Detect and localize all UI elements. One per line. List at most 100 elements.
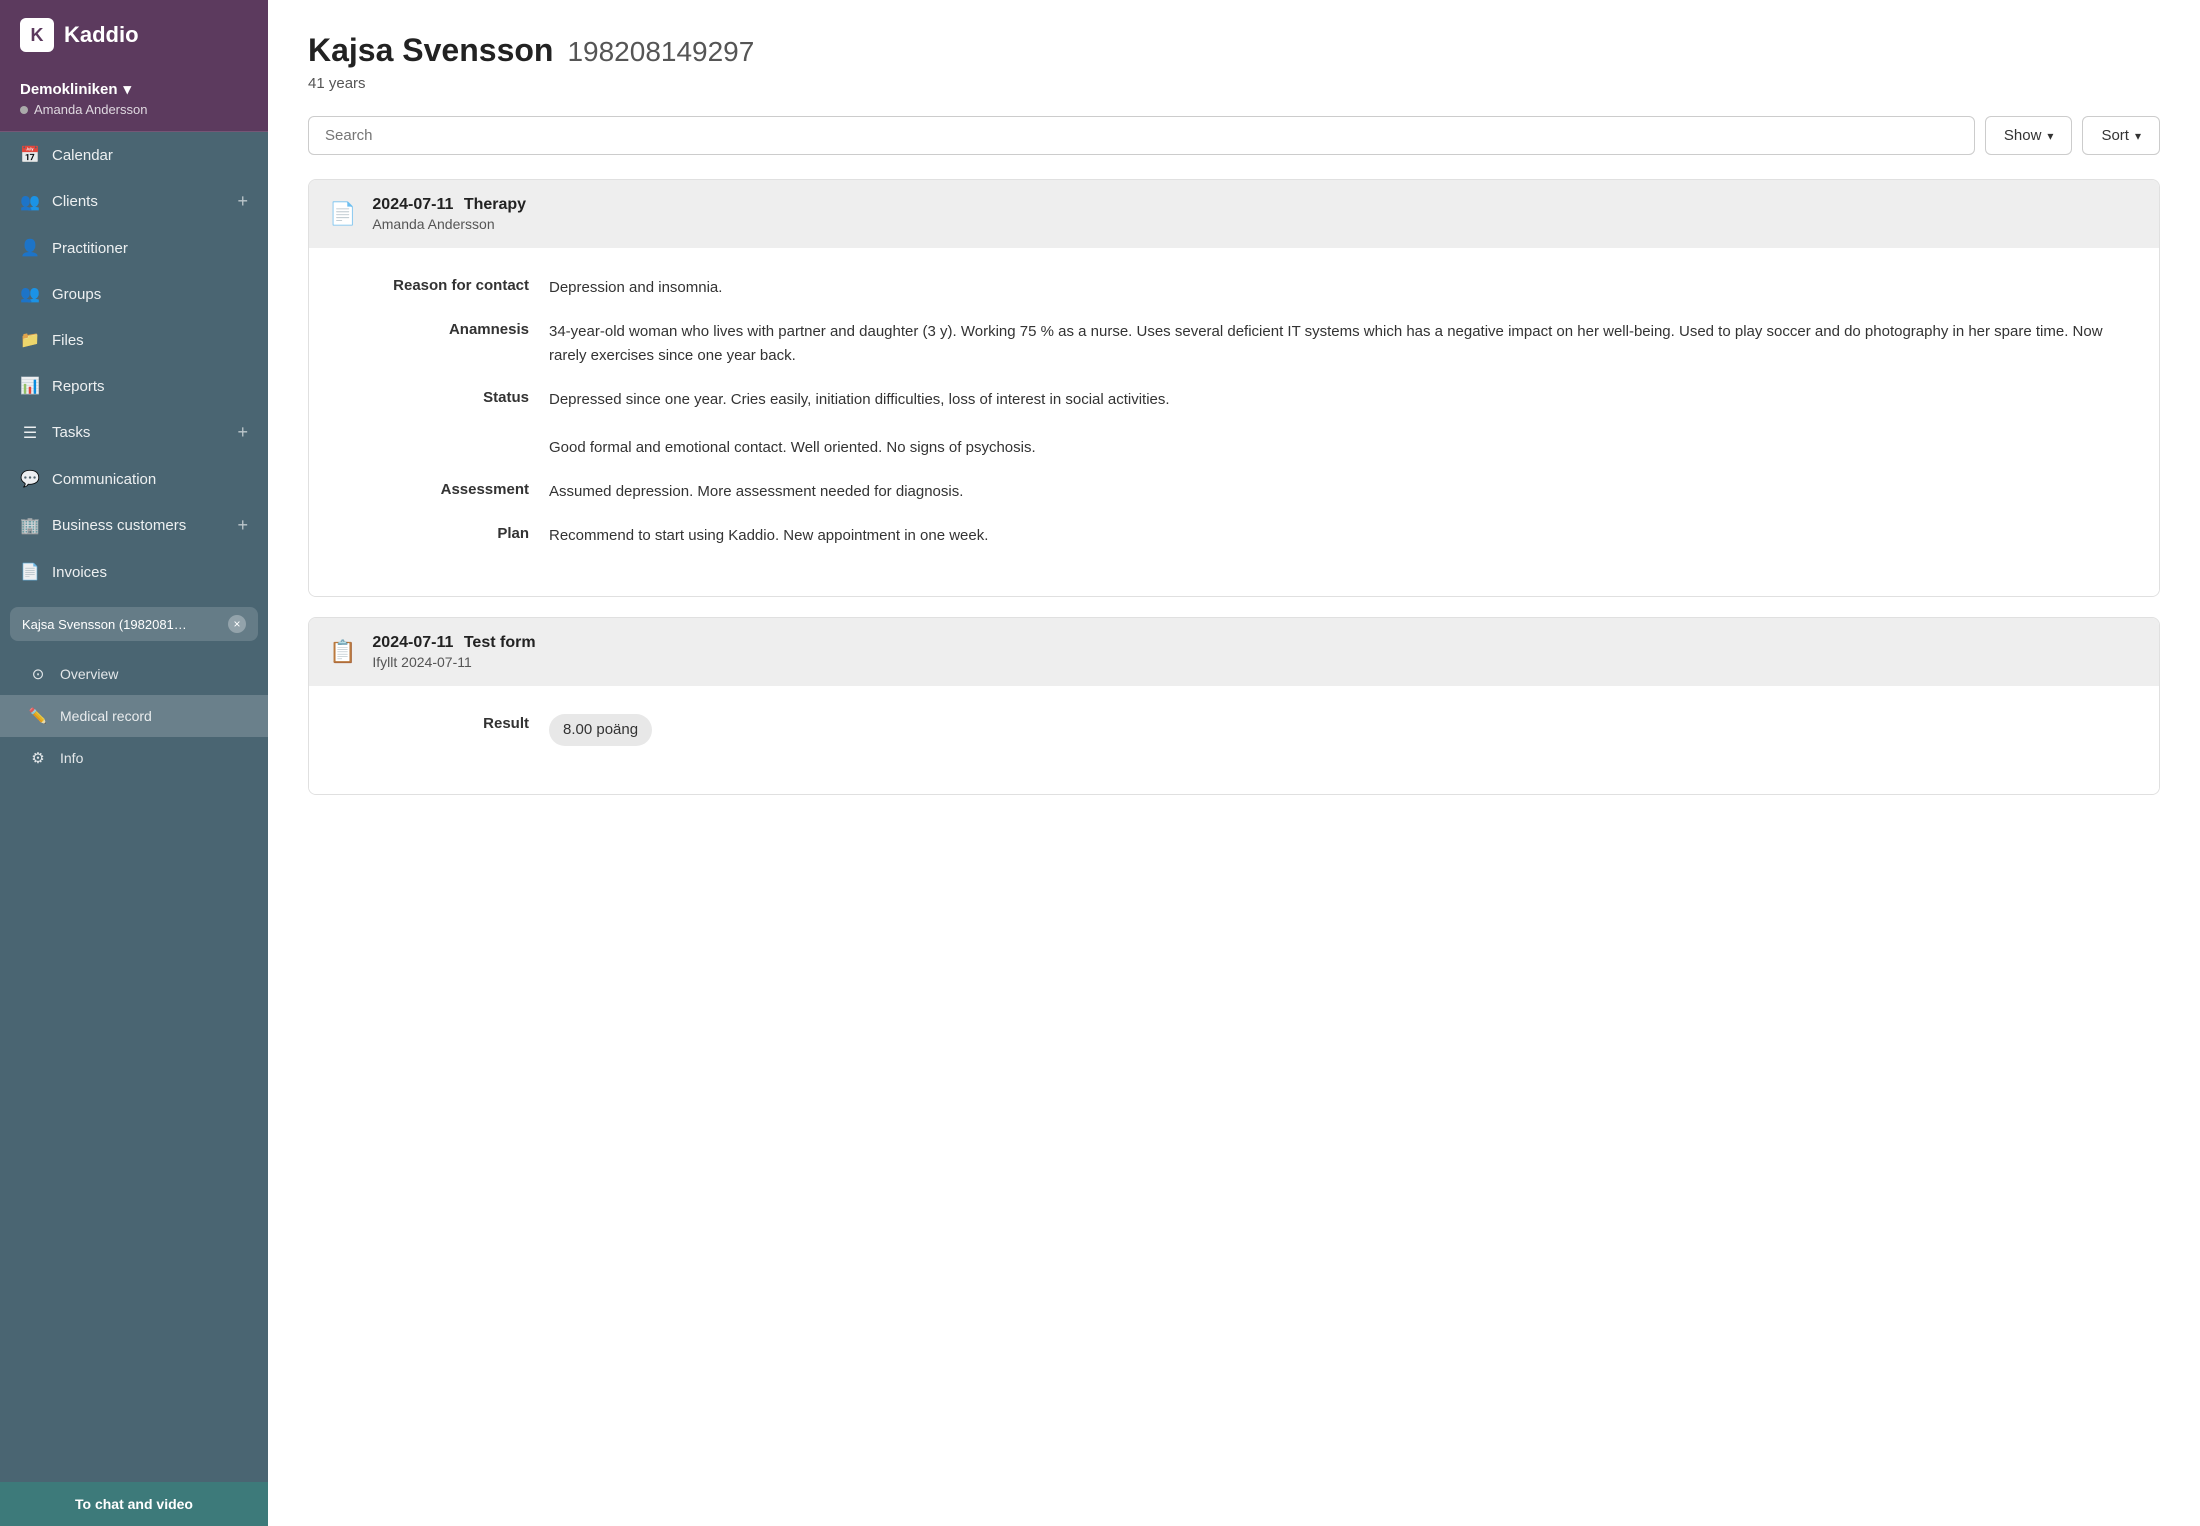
record-date: 2024-07-11 <box>372 196 453 213</box>
sidebar-item-practitioner[interactable]: 👤 Practitioner <box>0 225 268 271</box>
sidebar-item-label: Clients <box>52 193 98 210</box>
record-field-label: Reason for contact <box>349 276 529 294</box>
record-author: Ifyllt 2024-07-11 <box>372 654 535 670</box>
record-header-info: 2024-07-11 Therapy Amanda Andersson <box>372 196 526 232</box>
sidebar-item-label: Practitioner <box>52 240 128 257</box>
sidebar-item-label: Reports <box>52 378 105 395</box>
chat-video-button[interactable]: To chat and video <box>0 1482 268 1526</box>
patient-tab-close[interactable]: × <box>228 615 246 633</box>
sidebar-item-label: Calendar <box>52 147 113 164</box>
groups-icon: 👥 <box>20 284 40 304</box>
chevron-down-icon: ▾ <box>124 80 132 98</box>
sidebar-item-reports[interactable]: 📊 Reports <box>0 363 268 409</box>
patient-name-row: Kajsa Svensson 198208149297 <box>308 32 2160 69</box>
invoices-icon: 📄 <box>20 562 40 582</box>
medical-record-icon: ✏️ <box>28 707 48 725</box>
record-date: 2024-07-11 <box>372 634 453 651</box>
patient-id: 198208149297 <box>567 36 754 68</box>
record-field-label: Result <box>349 714 529 732</box>
logo[interactable]: K Kaddio <box>0 0 268 70</box>
info-icon: ⚙ <box>28 749 48 767</box>
app-name: Kaddio <box>64 22 139 48</box>
record-field-label: Anamnesis <box>349 320 529 338</box>
add-tasks-icon[interactable]: + <box>237 422 248 443</box>
add-clients-icon[interactable]: + <box>237 191 248 212</box>
practitioner-icon: 👤 <box>20 238 40 258</box>
record-field-row: Status Depressed since one year. Cries ea… <box>349 388 2119 460</box>
record-body-therapy-record: Reason for contact Depression and insomni… <box>309 248 2159 596</box>
sub-nav-label: Overview <box>60 666 118 682</box>
record-field-value: Assumed depression. More assessment need… <box>549 480 2119 504</box>
record-therapy-record: 📄 2024-07-11 Therapy Amanda Andersson Re… <box>308 179 2160 597</box>
record-header-therapy-record[interactable]: 📄 2024-07-11 Therapy Amanda Andersson <box>309 180 2159 248</box>
record-field-row: AssessmentAssumed depression. More asses… <box>349 480 2119 504</box>
patient-sub-nav: ⊙ Overview ✏️ Medical record ⚙ Info <box>0 653 268 779</box>
record-field-value: 34-year-old woman who lives with partner… <box>549 320 2119 368</box>
record-field-label: Status <box>349 388 529 406</box>
show-button[interactable]: Show ▾ <box>1985 116 2073 155</box>
record-field-value: 8.00 poäng <box>549 714 2119 746</box>
sub-nav-info[interactable]: ⚙ Info <box>0 737 268 779</box>
record-author: Amanda Andersson <box>372 216 526 232</box>
sidebar-item-invoices[interactable]: 📄 Invoices <box>0 549 268 595</box>
clinic-name[interactable]: Demokliniken ▾ <box>20 80 248 98</box>
user-status-dot <box>20 106 28 114</box>
files-icon: 📁 <box>20 330 40 350</box>
overview-icon: ⊙ <box>28 665 48 683</box>
record-header-test-form-record[interactable]: 📋 2024-07-11 Test form Ifyllt 2024-07-11 <box>309 618 2159 686</box>
sidebar-item-label: Invoices <box>52 564 107 581</box>
record-field-row: Result 8.00 poäng <box>349 714 2119 746</box>
record-field-value: Depressed since one year. Cries easily, … <box>549 388 2119 460</box>
main-content: Kajsa Svensson 198208149297 41 years Sho… <box>268 0 2200 1526</box>
nav-menu: 📅 Calendar 👥 Clients + 👤 Practitioner 👥 … <box>0 132 268 595</box>
sort-chevron-icon: ▾ <box>2135 129 2141 143</box>
sidebar-item-label: Communication <box>52 471 156 488</box>
clinic-section: Demokliniken ▾ Amanda Andersson <box>0 70 268 132</box>
patient-tab[interactable]: Kajsa Svensson (1982081… × <box>10 607 258 641</box>
record-type: Therapy <box>464 196 526 213</box>
sidebar-item-clients[interactable]: 👥 Clients + <box>0 178 268 225</box>
sidebar-item-communication[interactable]: 💬 Communication <box>0 456 268 502</box>
search-input[interactable] <box>308 116 1975 155</box>
record-field-label: Plan <box>349 524 529 542</box>
records-list: 📄 2024-07-11 Therapy Amanda Andersson Re… <box>308 179 2160 795</box>
sidebar-item-tasks[interactable]: ☰ Tasks + <box>0 409 268 456</box>
record-type: Test form <box>464 634 536 651</box>
record-field-value: Recommend to start using Kaddio. New app… <box>549 524 2119 548</box>
sub-nav-medical-record[interactable]: ✏️ Medical record <box>0 695 268 737</box>
sidebar-item-calendar[interactable]: 📅 Calendar <box>0 132 268 178</box>
communication-icon: 💬 <box>20 469 40 489</box>
result-badge: 8.00 poäng <box>549 714 652 746</box>
record-field-row: Reason for contact Depression and insomni… <box>349 276 2119 300</box>
record-type-icon: 📋 <box>329 639 356 665</box>
sidebar-item-label: Business customers <box>52 517 186 534</box>
business-customers-icon: 🏢 <box>20 516 40 536</box>
reports-icon: 📊 <box>20 376 40 396</box>
calendar-icon: 📅 <box>20 145 40 165</box>
sort-button[interactable]: Sort ▾ <box>2082 116 2160 155</box>
clinic-user: Amanda Andersson <box>20 102 248 117</box>
sidebar-item-label: Tasks <box>52 424 90 441</box>
record-field-row: Anamnesis 34-year-old woman who lives wit… <box>349 320 2119 368</box>
patient-header: Kajsa Svensson 198208149297 41 years <box>308 32 2160 92</box>
patient-name: Kajsa Svensson <box>308 32 553 69</box>
patient-age: 41 years <box>308 75 2160 92</box>
sidebar-item-business-customers[interactable]: 🏢 Business customers + <box>0 502 268 549</box>
search-bar: Show ▾ Sort ▾ <box>308 116 2160 155</box>
record-test-form-record: 📋 2024-07-11 Test form Ifyllt 2024-07-11… <box>308 617 2160 795</box>
sub-nav-label: Medical record <box>60 708 152 724</box>
sidebar-item-files[interactable]: 📁 Files <box>0 317 268 363</box>
sidebar-item-label: Groups <box>52 286 101 303</box>
patient-tab-label: Kajsa Svensson (1982081… <box>22 617 187 632</box>
clients-icon: 👥 <box>20 192 40 212</box>
sidebar-item-groups[interactable]: 👥 Groups <box>0 271 268 317</box>
record-header-info: 2024-07-11 Test form Ifyllt 2024-07-11 <box>372 634 535 670</box>
logo-icon: K <box>20 18 54 52</box>
record-type-icon: 📄 <box>329 201 356 227</box>
tasks-icon: ☰ <box>20 423 40 443</box>
sub-nav-label: Info <box>60 750 83 766</box>
record-field-value: Depression and insomnia. <box>549 276 2119 300</box>
sub-nav-overview[interactable]: ⊙ Overview <box>0 653 268 695</box>
record-field-row: Plan Recommend to start using Kaddio. New… <box>349 524 2119 548</box>
add-business-customers-icon[interactable]: + <box>237 515 248 536</box>
